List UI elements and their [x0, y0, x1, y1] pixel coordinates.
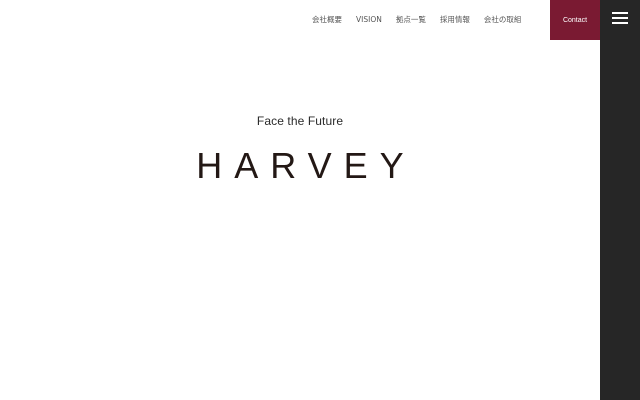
menu-line-middle — [612, 17, 628, 19]
nav-link-locations[interactable]: 拠点一覧 — [396, 14, 426, 26]
menu-line-top — [612, 12, 628, 14]
contact-button-label: Contact — [562, 16, 588, 24]
right-sidebar — [600, 0, 640, 400]
nav-link-recruitment[interactable]: 採用情報 — [440, 14, 470, 26]
nav-link-vision[interactable]: VISION — [356, 14, 382, 26]
menu-line-bottom — [612, 22, 628, 24]
hamburger-menu-icon[interactable] — [610, 8, 630, 28]
nav-link-company-overview[interactable]: 会社概要 — [312, 14, 342, 26]
hero-tagline: Face the Future — [256, 114, 344, 128]
top-nav: 会社概要 VISION 拠点一覧 採用情報 会社の取組 — [312, 14, 521, 26]
page: 会社概要 VISION 拠点一覧 採用情報 会社の取組 Contact Face… — [0, 0, 640, 400]
brand-logo: HARVEY — [196, 145, 416, 186]
nav-link-initiatives[interactable]: 会社の取組 — [484, 14, 522, 26]
contact-button[interactable]: Contact — [550, 0, 600, 40]
